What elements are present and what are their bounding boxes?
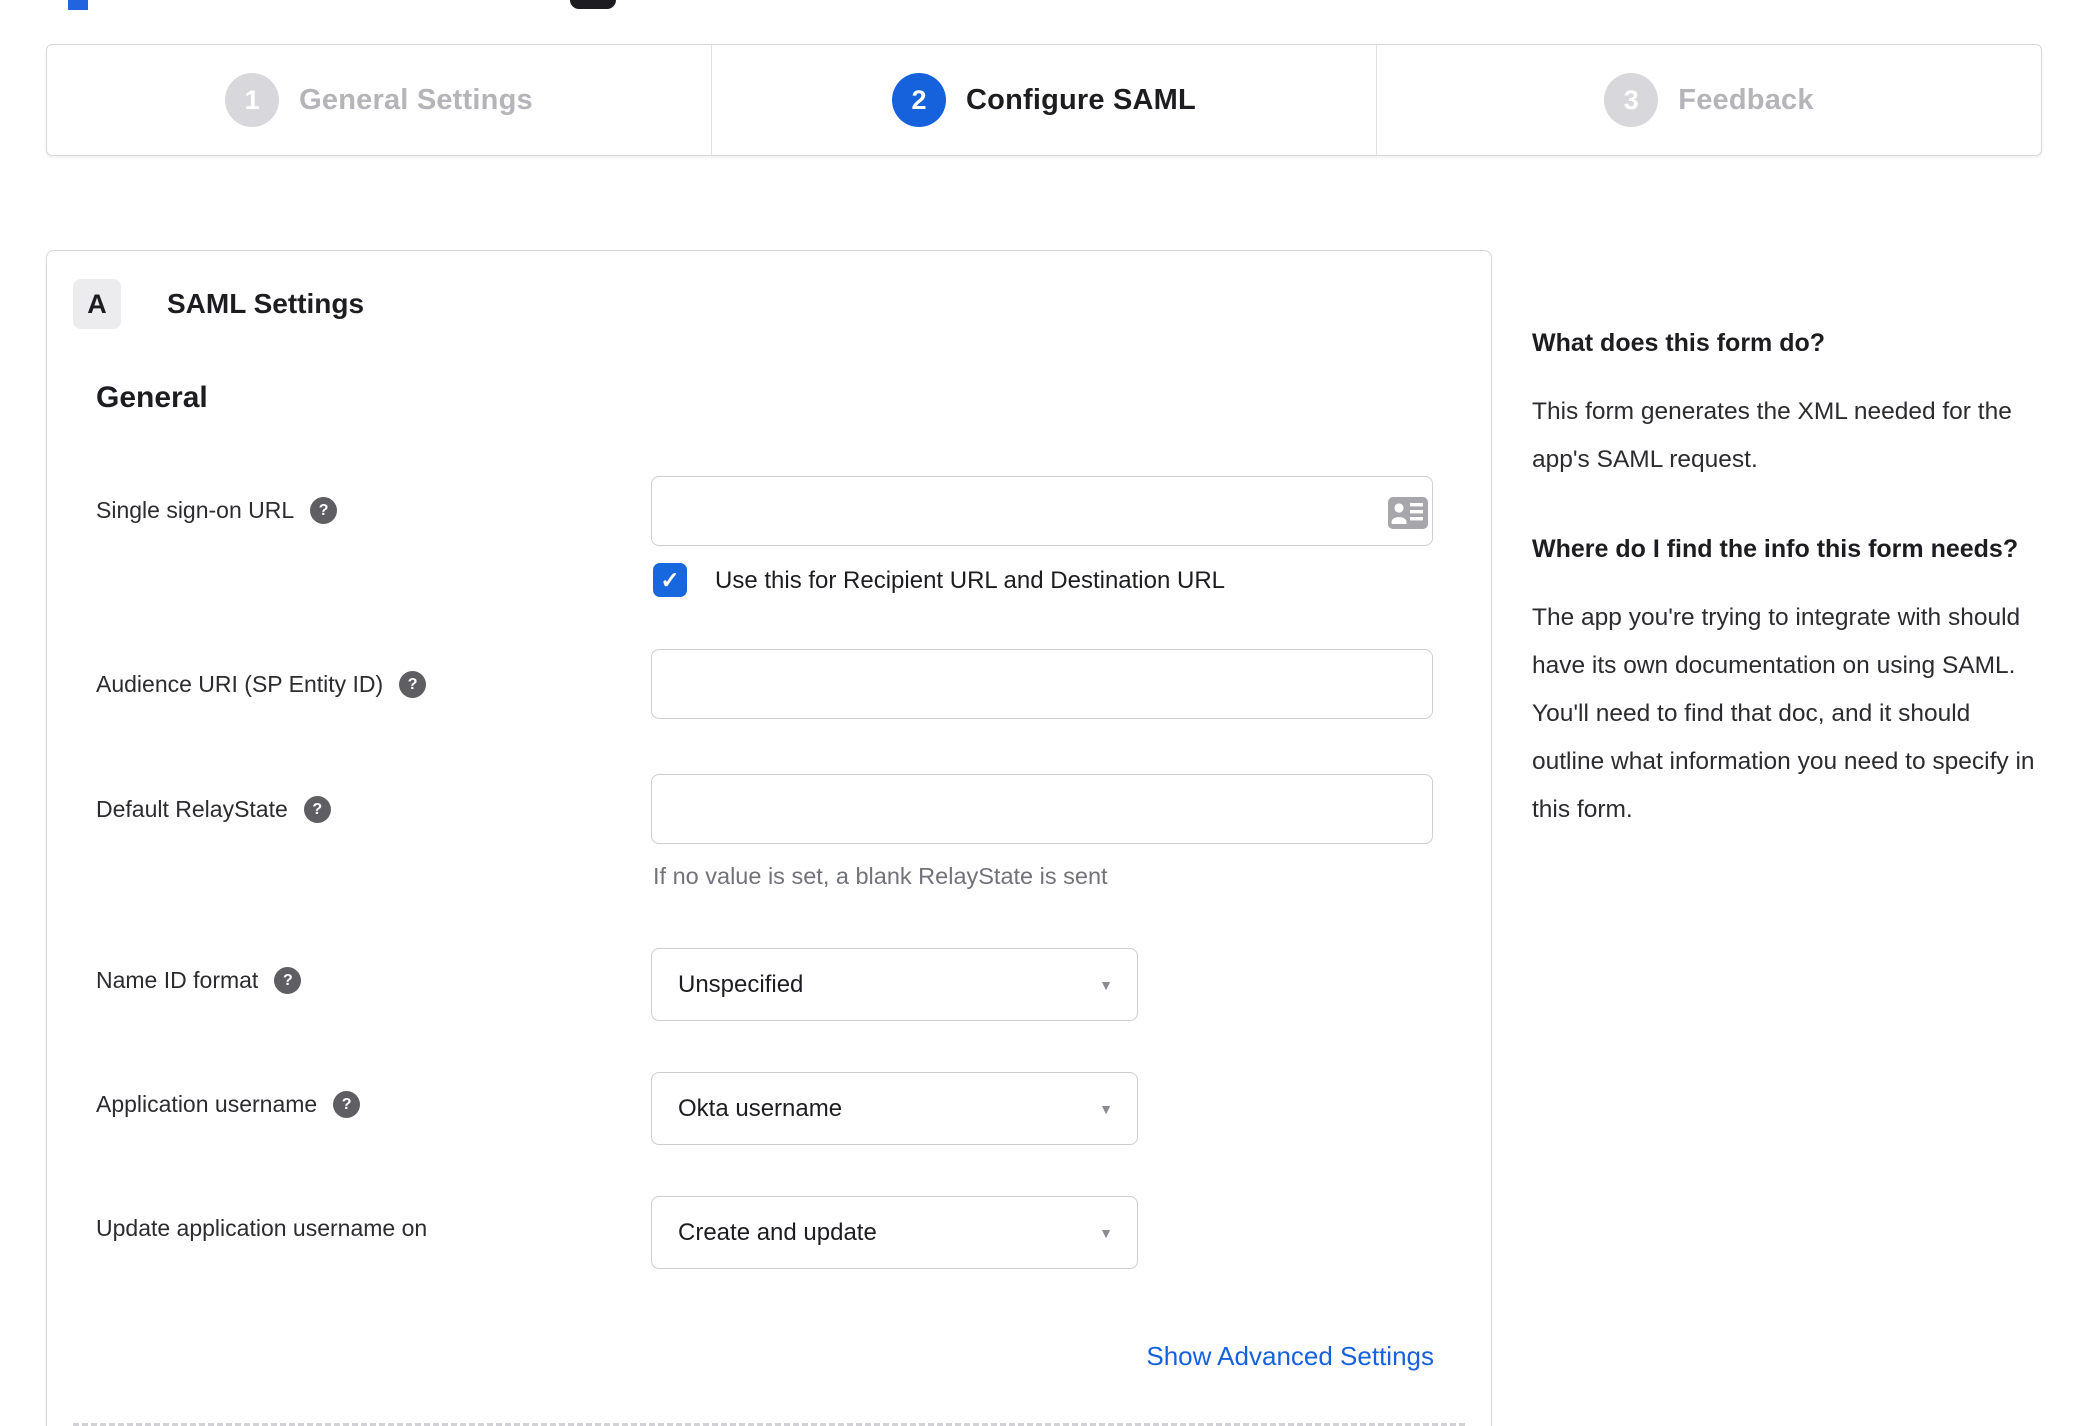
cutoff-header-fragment <box>68 0 88 10</box>
dropdown-arrow-icon: ▼ <box>1099 1100 1113 1117</box>
show-advanced-settings-link[interactable]: Show Advanced Settings <box>1146 1341 1434 1372</box>
name-id-format-help-icon[interactable]: ? <box>274 967 302 994</box>
section-title: SAML Settings <box>167 288 365 319</box>
relay-state-help-icon[interactable]: ? <box>303 796 331 823</box>
relay-state-label: Default RelayState <box>96 796 288 822</box>
application-username-label-row: Application username ? <box>96 1091 361 1118</box>
cutoff-toggle-fragment <box>570 0 616 9</box>
recipient-destination-checkbox[interactable]: ✓ <box>653 563 687 597</box>
application-username-value: Okta username <box>678 1094 843 1122</box>
section-letter-badge: A <box>73 279 121 329</box>
contact-card-icon <box>1388 497 1428 529</box>
sidebar-question-1-title: What does this form do? <box>1532 329 1826 357</box>
sidebar-question-1-body: This form generates the XML needed for t… <box>1532 398 2012 473</box>
sidebar-question-2-title: Where do I find the info this form needs… <box>1532 535 2019 563</box>
name-id-format-label-row: Name ID format ? <box>96 967 302 994</box>
application-username-select[interactable]: Okta username ▼ <box>651 1072 1138 1145</box>
sso-url-label: Single sign-on URL <box>96 497 295 523</box>
step-2-label: Configure SAML <box>966 83 1196 116</box>
step-configure-saml[interactable]: 2 Configure SAML <box>711 45 1376 155</box>
checkmark-icon: ✓ <box>660 566 680 593</box>
step-2-number-badge: 2 <box>892 73 947 127</box>
audience-uri-help-icon[interactable]: ? <box>399 671 427 698</box>
application-username-label: Application username <box>96 1091 318 1117</box>
update-username-label-row: Update application username on <box>96 1215 427 1242</box>
update-username-value: Create and update <box>678 1218 877 1246</box>
application-username-help-icon[interactable]: ? <box>333 1091 361 1118</box>
help-sidebar: What does this form do? This form genera… <box>1532 322 2044 834</box>
step-1-label: General Settings <box>299 83 533 116</box>
configure-saml-page: 1 General Settings 2 Configure SAML 3 Fe… <box>0 0 2092 1426</box>
wizard-stepper: 1 General Settings 2 Configure SAML 3 Fe… <box>46 44 2042 156</box>
step-3-label: Feedback <box>1678 83 1814 116</box>
sidebar-question-2-body: The app you're trying to integrate with … <box>1532 604 2035 823</box>
audience-uri-input[interactable] <box>651 649 1433 719</box>
relay-state-label-row: Default RelayState ? <box>96 796 331 823</box>
relay-state-input[interactable] <box>651 774 1433 844</box>
audience-uri-label: Audience URI (SP Entity ID) <box>96 671 384 697</box>
step-1-number-badge: 1 <box>225 73 280 127</box>
sso-url-help-icon[interactable]: ? <box>310 497 338 524</box>
name-id-format-label: Name ID format <box>96 967 259 993</box>
sso-url-input[interactable] <box>651 476 1433 546</box>
update-username-label: Update application username on <box>96 1215 428 1241</box>
step-3-number-badge: 3 <box>1604 73 1659 127</box>
dropdown-arrow-icon: ▼ <box>1099 976 1113 993</box>
relay-state-helper-text: If no value is set, a blank RelayState i… <box>653 863 1108 889</box>
update-username-select[interactable]: Create and update ▼ <box>651 1196 1138 1269</box>
audience-uri-label-row: Audience URI (SP Entity ID) ? <box>96 671 427 698</box>
step-feedback[interactable]: 3 Feedback <box>1376 45 2041 155</box>
name-id-format-select[interactable]: Unspecified ▼ <box>651 948 1138 1021</box>
sso-url-label-row: Single sign-on URL ? <box>96 497 338 524</box>
step-general-settings[interactable]: 1 General Settings <box>47 45 711 155</box>
saml-settings-panel: A SAML Settings General Single sign-on U… <box>46 250 1492 1426</box>
recipient-destination-checkbox-label: Use this for Recipient URL and Destinati… <box>715 567 1226 594</box>
name-id-format-value: Unspecified <box>678 970 804 998</box>
dropdown-arrow-icon: ▼ <box>1099 1224 1113 1241</box>
group-title-general: General <box>96 381 208 414</box>
